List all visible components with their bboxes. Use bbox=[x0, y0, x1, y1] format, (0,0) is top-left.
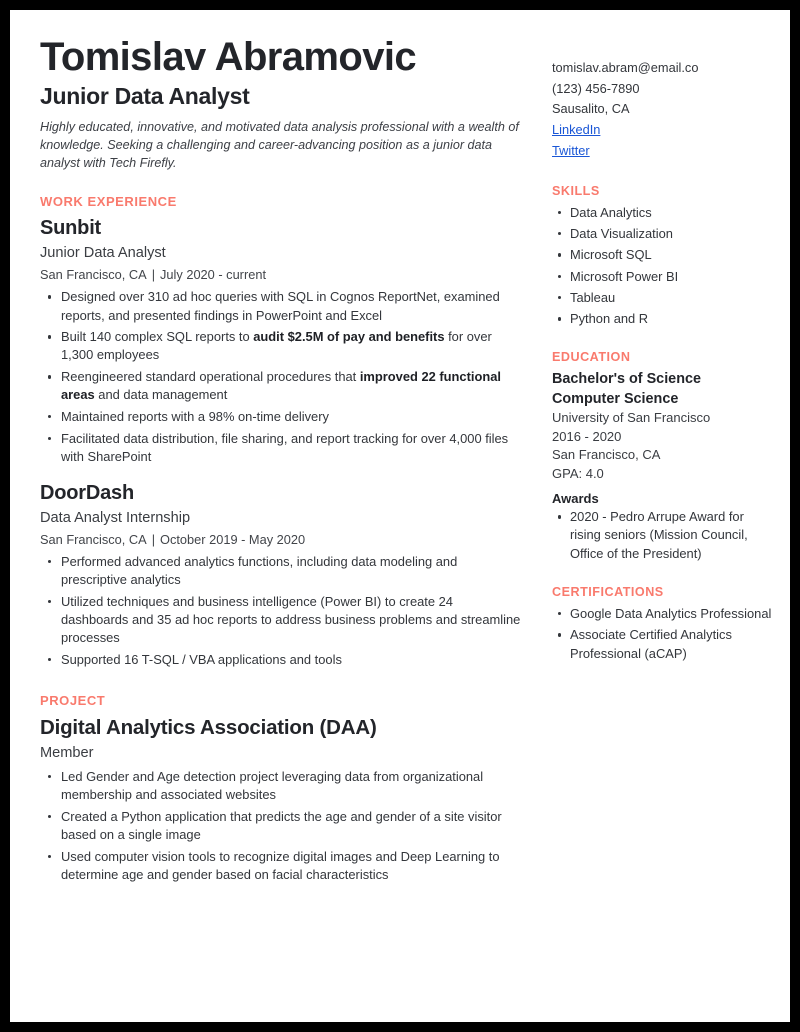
page-border: Tomislav Abramovic Junior Data Analyst H… bbox=[0, 0, 800, 1032]
project-bullet: Led Gender and Age detection project lev… bbox=[40, 768, 522, 804]
section-education: EDUCATION Bachelor's of Science Computer… bbox=[552, 350, 772, 563]
bullet-text: Utilized techniques and business intelli… bbox=[61, 593, 521, 646]
skill-item: Data Analytics bbox=[552, 204, 772, 222]
job-meta: San Francisco, CA | July 2020 - current bbox=[40, 265, 522, 284]
section-project: PROJECT Digital Analytics Association (D… bbox=[40, 693, 522, 884]
professional-summary: Highly educated, innovative, and motivat… bbox=[40, 119, 519, 170]
section-heading-work-experience: WORK EXPERIENCE bbox=[40, 194, 177, 210]
education-years: 2016 - 2020 bbox=[552, 428, 622, 444]
bullet-text: Reengineered standard operational proced… bbox=[61, 369, 360, 385]
education-degree-line1: Bachelor's of Science bbox=[552, 371, 701, 388]
certifications-list: Google Data Analytics Professional Associ… bbox=[552, 605, 772, 663]
skill-item: Tableau bbox=[552, 289, 772, 307]
section-heading-education: EDUCATION bbox=[552, 350, 631, 365]
skill-item: Python and R bbox=[552, 310, 772, 328]
bullet-text: Maintained reports with a 98% on-time de… bbox=[61, 409, 329, 425]
job-dates: July 2020 - current bbox=[160, 267, 266, 283]
job-bullet: Facilitated data distribution, file shar… bbox=[40, 430, 522, 466]
job-meta: San Francisco, CA | October 2019 - May 202… bbox=[40, 530, 522, 549]
awards-list: 2020 - Pedro Arrupe Award for rising sen… bbox=[552, 508, 772, 563]
bullet-text: Performed advanced analytics functions, … bbox=[61, 554, 458, 588]
job-bullet-list: Designed over 310 ad hoc queries with SQ… bbox=[40, 288, 522, 466]
work-entry: Sunbit Junior Data Analyst San Francisco, … bbox=[40, 216, 522, 466]
work-entry: DoorDash Data Analyst Internship San Franc… bbox=[40, 481, 522, 669]
education-school: University of San Francisco bbox=[552, 409, 711, 425]
skills-list: Data Analytics Data Visualization Microsof… bbox=[552, 204, 772, 329]
contact-phone: (123) 456-7890 bbox=[552, 80, 640, 96]
skill-item: Microsoft Power BI bbox=[552, 268, 772, 286]
education-degree-line2: Computer Science bbox=[552, 390, 679, 407]
bullet-text: Built 140 complex SQL reports to bbox=[61, 329, 254, 345]
job-bullet-list: Performed advanced analytics functions, … bbox=[40, 553, 522, 669]
link-twitter[interactable]: Twitter bbox=[552, 141, 590, 162]
job-bullet: Reengineered standard operational proced… bbox=[40, 368, 522, 404]
section-heading-certifications: CERTIFICATIONS bbox=[552, 585, 664, 600]
job-bullet: Utilized techniques and business intelli… bbox=[40, 593, 522, 648]
job-location: San Francisco, CA bbox=[40, 531, 147, 547]
bullet-text: Designed over 310 ad hoc queries with SQ… bbox=[61, 289, 500, 323]
main-column: Tomislav Abramovic Junior Data Analyst H… bbox=[40, 36, 540, 888]
bullet-text: and data management bbox=[94, 387, 228, 403]
job-bullet: Performed advanced analytics functions, … bbox=[40, 553, 522, 589]
project-title: Digital Analytics Association (DAA) bbox=[40, 716, 377, 740]
section-heading-project: PROJECT bbox=[40, 693, 106, 709]
job-bullet: Supported 16 T-SQL / VBA applications an… bbox=[40, 651, 522, 669]
job-bullet: Designed over 310 ad hoc queries with SQ… bbox=[40, 288, 522, 324]
project-role: Member bbox=[40, 744, 94, 761]
contact-location: Sausalito, CA bbox=[552, 101, 630, 117]
skill-item: Microsoft SQL bbox=[552, 246, 772, 264]
project-bullet-list: Led Gender and Age detection project lev… bbox=[40, 768, 522, 884]
job-dates: October 2019 - May 2020 bbox=[160, 531, 306, 547]
job-bullet: Maintained reports with a 98% on-time de… bbox=[40, 408, 522, 426]
project-bullet: Used computer vision tools to recognize … bbox=[40, 848, 522, 884]
meta-separator: | bbox=[151, 531, 156, 547]
awards-heading: Awards bbox=[552, 491, 599, 507]
job-location: San Francisco, CA bbox=[40, 267, 147, 283]
job-role: Junior Data Analyst bbox=[40, 245, 166, 262]
contact-email: tomislav.abram@email.co bbox=[552, 60, 699, 75]
certification-item: Google Data Analytics Professional bbox=[552, 605, 772, 623]
section-certifications: CERTIFICATIONS Google Data Analytics Pro… bbox=[552, 585, 772, 663]
bullet-text: Used computer vision tools to recognize … bbox=[61, 848, 500, 882]
project-entry: Digital Analytics Association (DAA) Memb… bbox=[40, 715, 522, 884]
section-work-experience: WORK EXPERIENCE Sunbit Junior Data Analys… bbox=[40, 194, 522, 669]
certification-item: Associate Certified Analytics Profession… bbox=[552, 626, 772, 663]
education-gpa: GPA: 4.0 bbox=[552, 466, 604, 482]
link-linkedin[interactable]: LinkedIn bbox=[552, 120, 600, 141]
bullet-text: Created a Python application that predic… bbox=[61, 808, 502, 842]
resume-document: Tomislav Abramovic Junior Data Analyst H… bbox=[10, 10, 790, 1022]
job-role: Data Analyst Internship bbox=[40, 509, 191, 526]
side-column: tomislav.abram@email.co (123) 456-7890 S… bbox=[540, 36, 772, 888]
employer-name: Sunbit bbox=[40, 217, 102, 240]
bullet-text: Facilitated data distribution, file shar… bbox=[61, 430, 509, 464]
section-skills: SKILLS Data Analytics Data Visualization M… bbox=[552, 184, 772, 329]
job-bullet: Built 140 complex SQL reports to audit $… bbox=[40, 328, 522, 364]
skill-item: Data Visualization bbox=[552, 225, 772, 243]
project-bullet: Created a Python application that predic… bbox=[40, 808, 522, 844]
meta-separator: | bbox=[151, 267, 156, 283]
job-title: Junior Data Analyst bbox=[40, 83, 250, 110]
section-heading-skills: SKILLS bbox=[552, 183, 600, 198]
page-title: Tomislav Abramovic bbox=[40, 35, 417, 79]
bullet-text: Led Gender and Age detection project lev… bbox=[61, 768, 484, 803]
award-item: 2020 - Pedro Arrupe Award for rising sen… bbox=[552, 508, 772, 563]
bullet-emphasis: audit $2.5M of pay and benefits bbox=[253, 329, 445, 345]
contact-block: tomislav.abram@email.co (123) 456-7890 S… bbox=[552, 36, 772, 162]
bullet-text: Supported 16 T-SQL / VBA applications an… bbox=[61, 651, 342, 667]
resume-header: Tomislav Abramovic Junior Data Analyst H… bbox=[40, 36, 522, 172]
employer-name: DoorDash bbox=[40, 482, 134, 505]
work-entry-list: Sunbit Junior Data Analyst San Francisco, … bbox=[40, 216, 522, 669]
education-location: San Francisco, CA bbox=[552, 447, 661, 463]
